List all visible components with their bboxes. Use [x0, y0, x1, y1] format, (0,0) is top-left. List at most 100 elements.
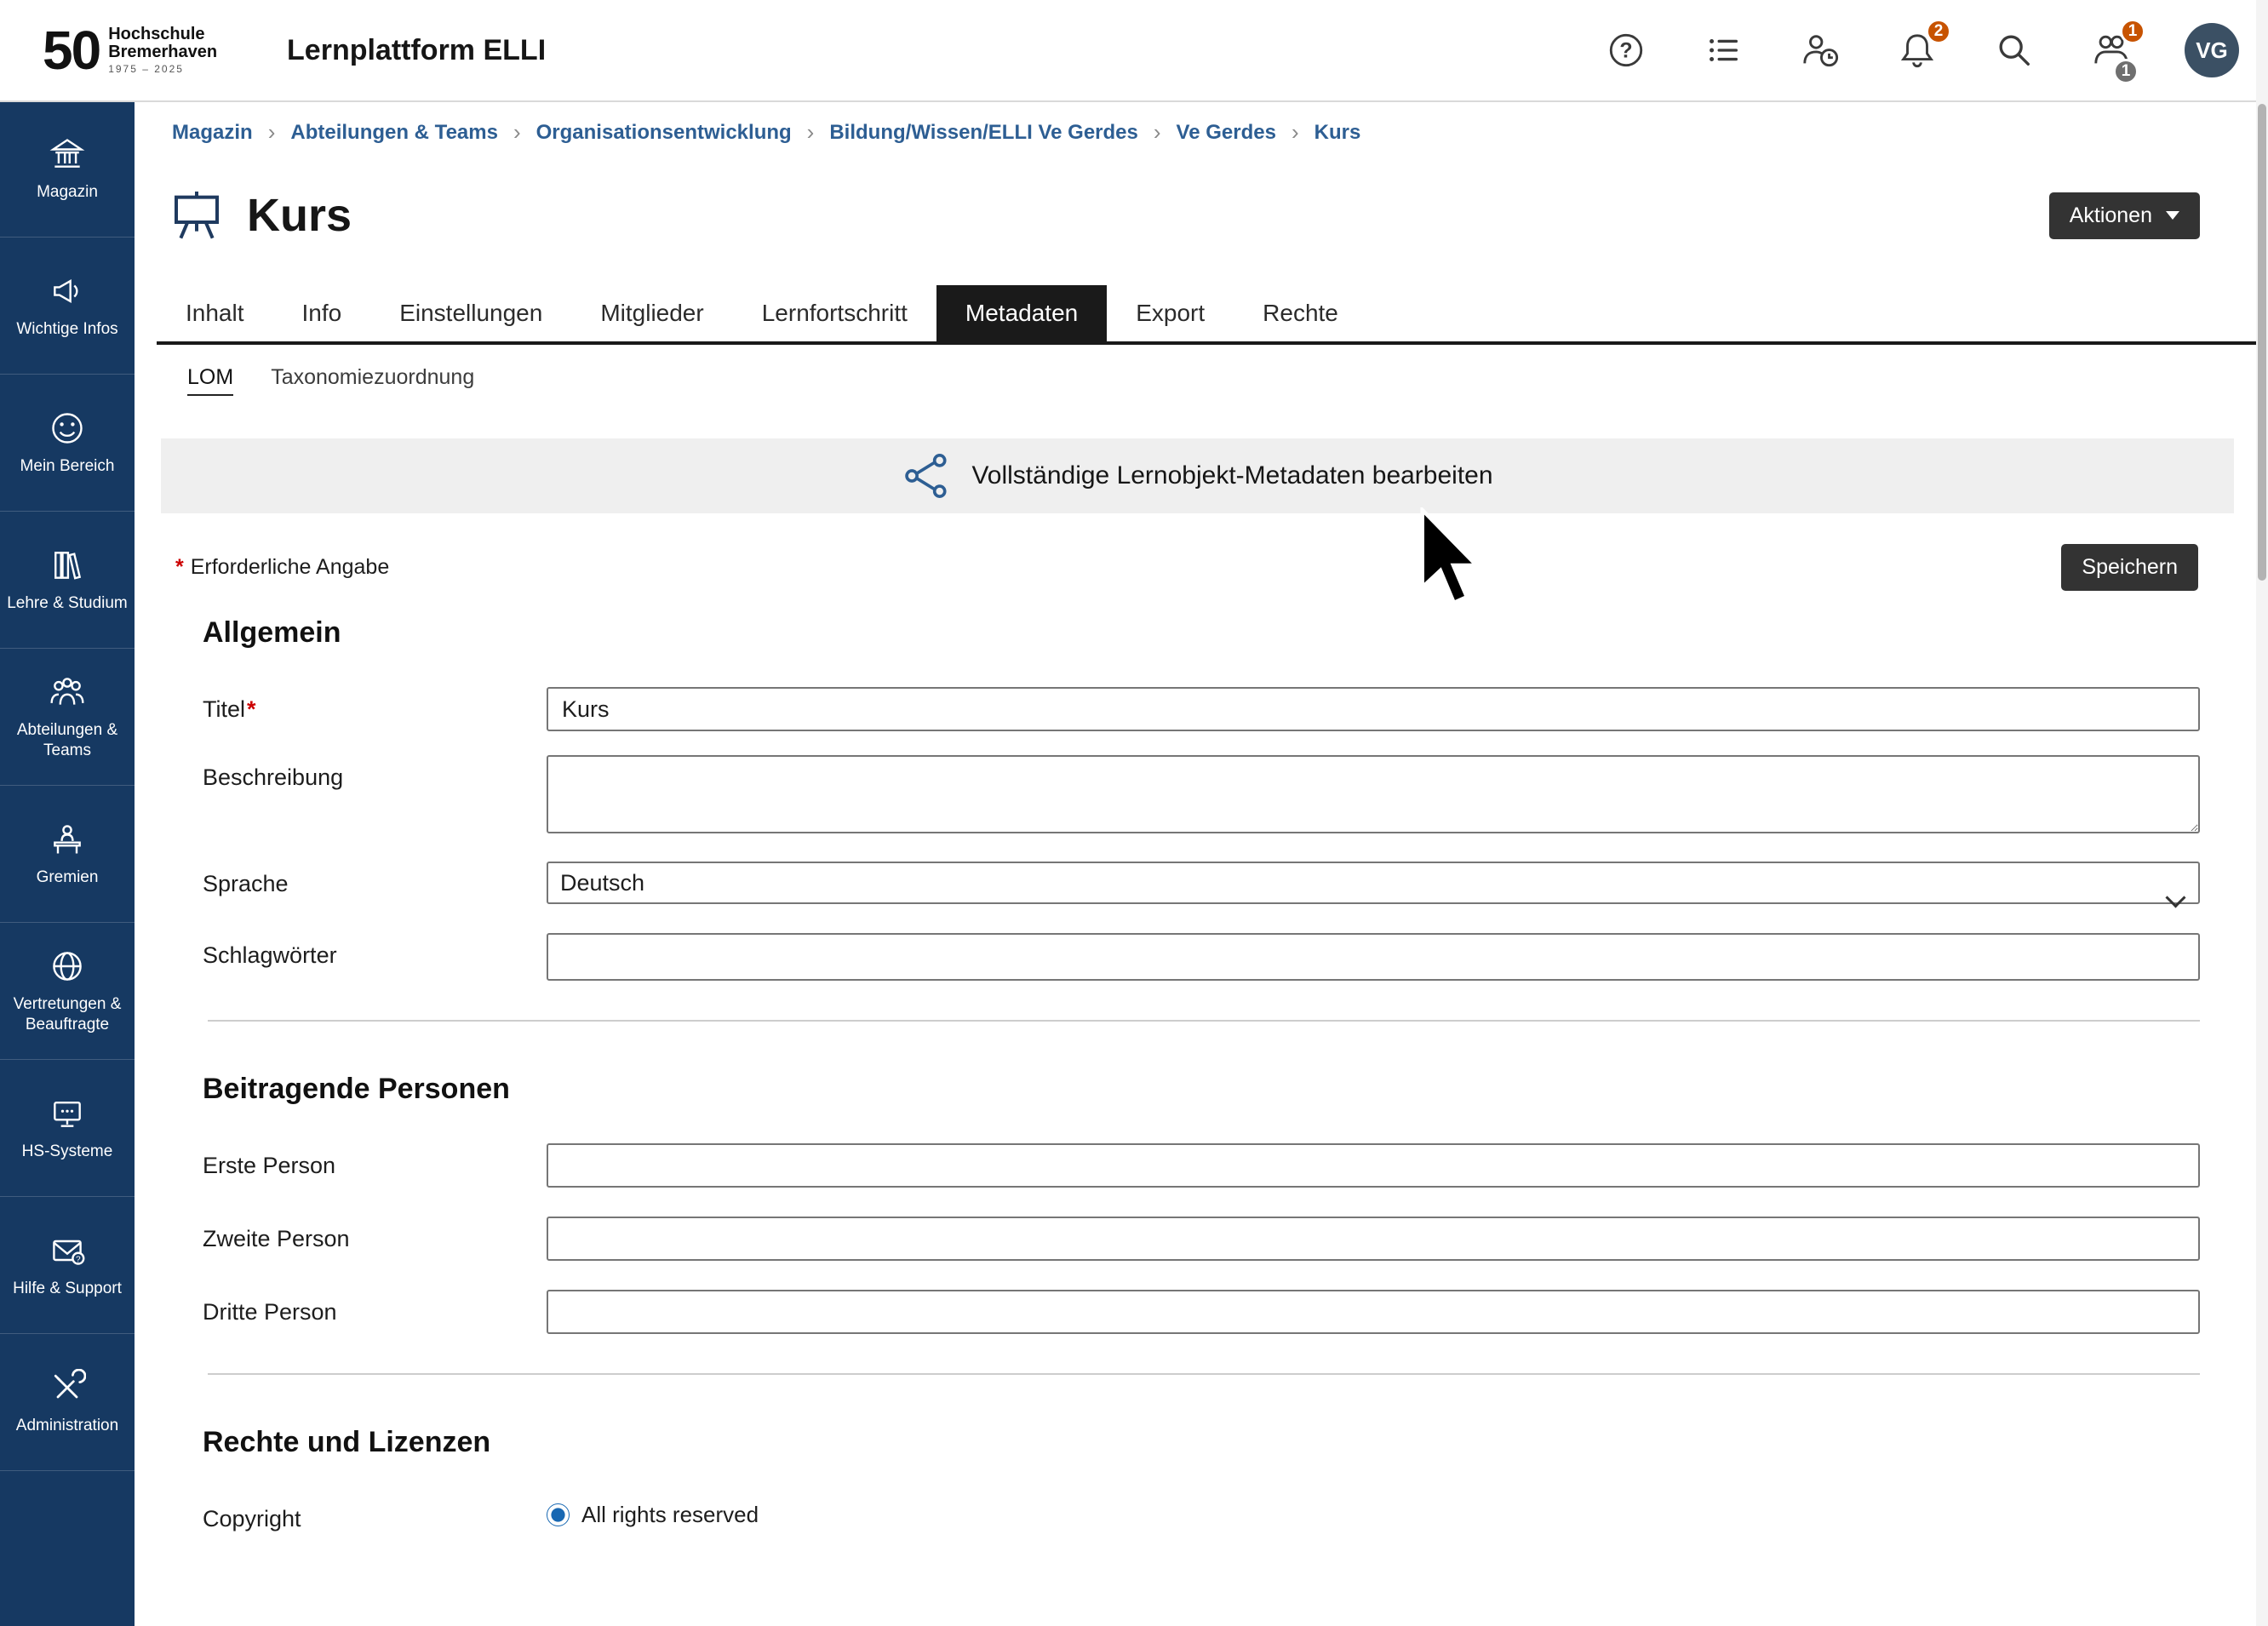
tab-rechte[interactable]: Rechte — [1234, 285, 1367, 341]
tab-lernfortschritt[interactable]: Lernfortschritt — [733, 285, 936, 341]
tab-mitglieder[interactable]: Mitglieder — [571, 285, 732, 341]
sidebar: Magazin Wichtige Infos Lehre & Studium M… — [0, 100, 135, 1626]
sidebar-item-lehre-studium[interactable]: Lehre & Studium — [0, 512, 135, 649]
erste-person-field-row: Erste Person — [203, 1143, 2200, 1188]
erste-person-label: Erste Person — [203, 1143, 547, 1179]
logo-text: Hochschule Bremerhaven 1975 – 2025 — [108, 26, 217, 75]
logo-50: 50 — [43, 19, 100, 82]
sidebar-item-gremien[interactable]: Gremien — [0, 786, 135, 923]
section-title-allgemein: Allgemein — [203, 616, 2256, 650]
breadcrumb-separator: › — [807, 119, 815, 146]
list-button[interactable] — [1699, 26, 1747, 74]
scrollbar[interactable] — [2256, 0, 2268, 1626]
sidebar-item-abteilungen-teams[interactable]: Abteilungen & Teams — [0, 649, 135, 786]
tab-export[interactable]: Export — [1107, 285, 1234, 341]
metadata-tree-icon — [902, 451, 951, 501]
user-clock-button[interactable] — [1796, 26, 1844, 74]
help-button[interactable]: ? — [1602, 26, 1650, 74]
page-title: Kurs — [247, 189, 352, 242]
sidebar-item-hs-systeme[interactable]: HS-Systeme — [0, 1060, 135, 1197]
copyright-radio-all-rights-reserved[interactable] — [547, 1503, 570, 1526]
tab-einstellungen[interactable]: Einstellungen — [370, 285, 571, 341]
help-icon: ? — [1606, 31, 1646, 70]
user-clock-icon — [1801, 31, 1840, 70]
svg-text:?: ? — [76, 1255, 81, 1264]
sidebar-item-wichtige-infos[interactable]: Wichtige Infos — [0, 238, 135, 375]
sidebar-item-vertretungen[interactable]: Vertretungen & Beauftragte — [0, 923, 135, 1060]
schlagwoerter-input[interactable] — [547, 933, 2200, 981]
beschreibung-label: Beschreibung — [203, 755, 547, 791]
notifications-badge: 2 — [1926, 19, 1951, 44]
tab-info[interactable]: Info — [273, 285, 371, 341]
megaphone-icon — [49, 272, 86, 310]
breadcrumb-link-bildung-wissen[interactable]: Bildung/Wissen/ELLI Ve Gerdes — [829, 121, 1138, 145]
titel-field-row: Titel* — [203, 687, 2200, 731]
sidebar-item-hilfe-support[interactable]: ? Hilfe & Support — [0, 1197, 135, 1334]
sidebar-item-magazin[interactable]: Magazin — [0, 100, 135, 238]
header-actions: ? 2 — [1602, 23, 2239, 77]
schlagwoerter-field-row: Schlagwörter — [203, 933, 2200, 981]
breadcrumb-separator: › — [268, 119, 276, 146]
dritte-person-input[interactable] — [547, 1290, 2200, 1334]
copyright-label: Copyright — [203, 1497, 547, 1532]
form-action-row: *Erforderliche Angabe Speichern — [175, 544, 2198, 591]
breadcrumb: Magazin › Abteilungen & Teams › Organisa… — [172, 119, 2256, 146]
tab-inhalt[interactable]: Inhalt — [157, 285, 273, 341]
required-note: *Erforderliche Angabe — [175, 555, 389, 580]
svg-text:?: ? — [1619, 39, 1632, 63]
sprache-field-row: Sprache Deutsch — [203, 862, 2200, 904]
breadcrumb-separator: › — [1154, 119, 1161, 146]
university-logo[interactable]: 50 Hochschule Bremerhaven 1975 – 2025 — [43, 19, 217, 82]
avatar-initials: VG — [2196, 37, 2228, 64]
titel-input[interactable] — [547, 687, 2200, 731]
titel-label: Titel* — [203, 687, 547, 723]
sidebar-item-administration[interactable]: Administration — [0, 1334, 135, 1471]
sprache-select[interactable]: Deutsch — [547, 862, 2200, 904]
zweite-person-input[interactable] — [547, 1217, 2200, 1261]
smiley-icon — [49, 409, 86, 447]
subtab-bar: LOM Taxonomiezuordnung — [187, 365, 2256, 396]
erste-person-input[interactable] — [547, 1143, 2200, 1188]
main-content: Magazin › Abteilungen & Teams › Organisa… — [135, 100, 2256, 1626]
list-icon — [1704, 31, 1743, 70]
building-icon — [49, 135, 86, 173]
tools-icon — [49, 1369, 86, 1406]
breadcrumb-link-ve-gerdes[interactable]: Ve Gerdes — [1177, 121, 1276, 145]
breadcrumb-link-organisationsentwicklung[interactable]: Organisationsentwicklung — [536, 121, 792, 145]
sprache-label: Sprache — [203, 862, 547, 897]
course-board-icon — [169, 188, 225, 243]
copyright-radio-label[interactable]: All rights reserved — [581, 1502, 759, 1528]
contacts-badge-bottom: 1 — [2113, 59, 2139, 84]
notifications-button[interactable]: 2 — [1893, 26, 1941, 74]
breadcrumb-link-magazin[interactable]: Magazin — [172, 121, 253, 145]
title-row: Kurs Aktionen — [169, 188, 2200, 243]
tab-metadaten[interactable]: Metadaten — [936, 285, 1107, 341]
breadcrumb-link-kurs[interactable]: Kurs — [1314, 121, 1361, 145]
tab-bar: Inhalt Info Einstellungen Mitglieder Ler… — [157, 285, 2256, 345]
beschreibung-textarea[interactable] — [547, 755, 2200, 833]
dritte-person-label: Dritte Person — [203, 1290, 547, 1325]
subtab-taxonomiezuordnung[interactable]: Taxonomiezuordnung — [271, 365, 474, 396]
chevron-down-icon — [2166, 211, 2179, 220]
breadcrumb-link-abteilungen[interactable]: Abteilungen & Teams — [290, 121, 498, 145]
breadcrumb-separator: › — [1292, 119, 1299, 146]
people-icon — [49, 673, 86, 711]
contacts-button[interactable]: 1 1 — [2088, 26, 2135, 74]
edit-full-metadata-banner[interactable]: Vollständige Lernobjekt-Metadaten bearbe… — [161, 438, 2234, 513]
mail-icon: ? — [49, 1232, 86, 1269]
section-title-beitragende: Beitragende Personen — [203, 1073, 2256, 1106]
search-button[interactable] — [1990, 26, 2038, 74]
save-button[interactable]: Speichern — [2061, 544, 2198, 591]
scrollbar-thumb[interactable] — [2258, 104, 2266, 581]
committee-icon — [49, 821, 86, 858]
avatar[interactable]: VG — [2185, 23, 2239, 77]
dritte-person-field-row: Dritte Person — [203, 1290, 2200, 1334]
section-divider — [208, 1020, 2200, 1022]
breadcrumb-separator: › — [513, 119, 521, 146]
subtab-lom[interactable]: LOM — [187, 365, 233, 396]
sidebar-item-mein-bereich[interactable]: Lehre & Studium Mein Bereich — [0, 375, 135, 512]
monitor-icon — [49, 1095, 86, 1132]
schlagwoerter-label: Schlagwörter — [203, 933, 547, 969]
actions-button[interactable]: Aktionen — [2049, 192, 2200, 239]
edit-full-metadata-label: Vollständige Lernobjekt-Metadaten bearbe… — [971, 461, 1492, 490]
